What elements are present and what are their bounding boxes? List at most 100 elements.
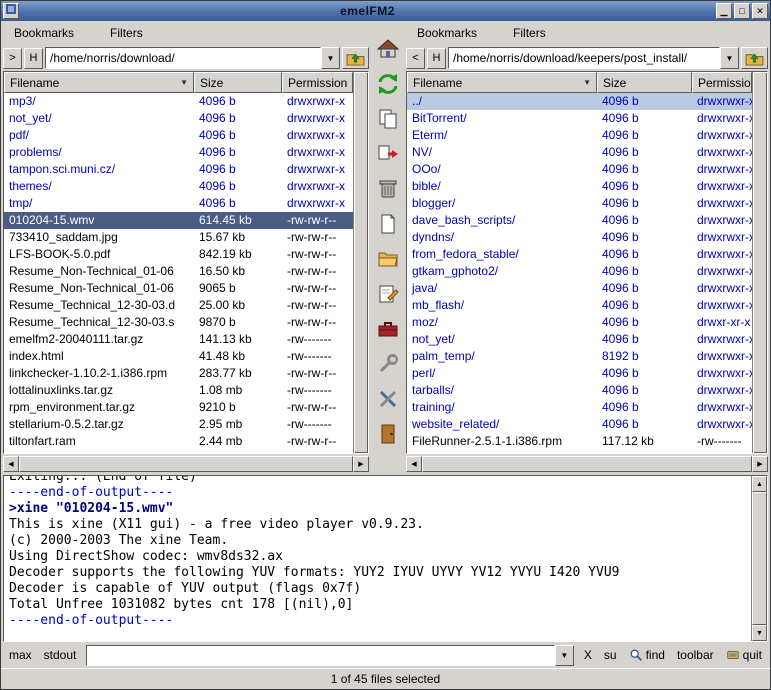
file-row[interactable]: OOo/4096 bdrwxrwxr-x <box>407 161 752 178</box>
file-row[interactable]: training/4096 bdrwxrwxr-x <box>407 399 752 416</box>
file-row[interactable]: lottalinuxlinks.tar.gz1.08 mb-rw------- <box>4 382 353 399</box>
file-row[interactable]: Eterm/4096 bdrwxrwxr-x <box>407 127 752 144</box>
home-button[interactable] <box>374 37 401 63</box>
left-col-size[interactable]: Size <box>194 72 282 93</box>
right-menu-bookmarks[interactable]: Bookmarks <box>413 24 481 42</box>
right-col-permission[interactable]: Permission <box>692 72 752 93</box>
file-row[interactable]: dyndns/4096 bdrwxrwxr-x <box>407 229 752 246</box>
file-row[interactable]: ../4096 bdrwxrwxr-x <box>407 93 752 110</box>
right-menu-filters[interactable]: Filters <box>509 24 550 42</box>
exit-button[interactable] <box>374 422 401 448</box>
file-row[interactable]: BitTorrent/4096 bdrwxrwxr-x <box>407 110 752 127</box>
scroll-down-arrow-icon[interactable]: ▼ <box>752 625 767 641</box>
new-file-button[interactable] <box>374 212 401 238</box>
right-col-size[interactable]: Size <box>597 72 692 93</box>
file-row[interactable]: Resume_Non-Technical_01-0616.50 kb-rw-rw… <box>4 263 353 280</box>
file-row[interactable]: not_yet/4096 bdrwxrwxr-x <box>4 110 353 127</box>
right-gohome-button[interactable] <box>741 47 768 69</box>
left-menu-filters[interactable]: Filters <box>106 24 147 42</box>
scroll-thumb[interactable] <box>19 456 353 472</box>
file-row[interactable]: blogger/4096 bdrwxrwxr-x <box>407 195 752 212</box>
left-path-dropdown-button[interactable]: ▼ <box>321 47 340 69</box>
file-row[interactable]: bible/4096 bdrwxrwxr-x <box>407 178 752 195</box>
file-row[interactable]: tarballs/4096 bdrwxrwxr-x <box>407 382 752 399</box>
file-row[interactable]: stellarium-0.5.2.tar.gz2.95 mb-rw------- <box>4 416 353 433</box>
copy-button[interactable] <box>374 107 401 133</box>
file-row[interactable]: NV/4096 bdrwxrwxr-x <box>407 144 752 161</box>
toolbar-button[interactable]: toolbar <box>675 647 716 663</box>
file-row[interactable]: themes/4096 bdrwxrwxr-x <box>4 178 353 195</box>
minimize-button[interactable]: ▁ <box>716 3 732 19</box>
file-row[interactable]: index.html41.48 kb-rw------- <box>4 348 353 365</box>
file-row[interactable]: tampon.sci.muni.cz/4096 bdrwxrwxr-x <box>4 161 353 178</box>
file-row[interactable]: perl/4096 bdrwxrwxr-x <box>407 365 752 382</box>
file-row[interactable]: mp3/4096 bdrwxrwxr-x <box>4 93 353 110</box>
file-row[interactable]: moz/4096 bdrwxr-xr-x <box>407 314 752 331</box>
left-home-letter-button[interactable]: H <box>24 48 43 69</box>
scroll-thumb[interactable] <box>752 492 767 625</box>
open-folder-button[interactable] <box>374 247 401 273</box>
left-horizontal-scrollbar[interactable]: ◀ ▶ <box>3 456 369 472</box>
right-home-letter-button[interactable]: H <box>427 48 446 69</box>
su-button[interactable]: su <box>602 647 619 663</box>
x-kill-button[interactable]: X <box>582 647 594 663</box>
left-gohome-button[interactable] <box>342 47 369 69</box>
file-row[interactable]: 010204-15.wmv614.45 kb-rw-rw-r-- <box>4 212 353 229</box>
refresh-button[interactable] <box>374 72 401 98</box>
file-row[interactable]: linkchecker-1.10.2-1.i386.rpm283.77 kb-r… <box>4 365 353 382</box>
file-row[interactable]: tmp/4096 bdrwxrwxr-x <box>4 195 353 212</box>
command-dropdown-button[interactable]: ▼ <box>555 645 574 666</box>
file-row[interactable]: mb_flash/4096 bdrwxrwxr-x <box>407 297 752 314</box>
wrench-button[interactable] <box>374 352 401 378</box>
file-row[interactable]: Resume_Non-Technical_01-069065 b-rw-rw-r… <box>4 280 353 297</box>
left-path-input[interactable] <box>45 47 321 69</box>
titlebar[interactable]: emelFM2 ▁ □ ✕ <box>1 1 770 21</box>
scroll-right-arrow-icon[interactable]: ▶ <box>353 456 369 472</box>
file-row[interactable]: palm_temp/8192 bdrwxrwxr-x <box>407 348 752 365</box>
file-row[interactable]: java/4096 bdrwxrwxr-x <box>407 280 752 297</box>
trash-button[interactable] <box>374 177 401 203</box>
right-history-button[interactable]: < <box>406 48 425 69</box>
tools-button[interactable] <box>374 387 401 413</box>
file-row[interactable]: pdf/4096 bdrwxrwxr-x <box>4 127 353 144</box>
left-vertical-scrollbar[interactable] <box>353 72 368 453</box>
file-row[interactable]: 733410_saddam.jpg15.67 kb-rw-rw-r-- <box>4 229 353 246</box>
left-menu-bookmarks[interactable]: Bookmarks <box>10 24 78 42</box>
quit-button[interactable]: quit <box>724 647 764 663</box>
right-path-input[interactable] <box>448 47 720 69</box>
maximize-button[interactable]: □ <box>734 3 750 19</box>
file-row[interactable]: tiltonfart.ram2.44 mb-rw-rw-r-- <box>4 433 353 450</box>
command-input[interactable] <box>86 645 555 666</box>
file-row[interactable]: problems/4096 bdrwxrwxr-x <box>4 144 353 161</box>
file-row[interactable]: Resume_Technical_12-30-03.d25.00 kb-rw-r… <box>4 297 353 314</box>
left-history-button[interactable]: > <box>3 48 22 69</box>
file-row[interactable]: Resume_Technical_12-30-03.s9870 b-rw-rw-… <box>4 314 353 331</box>
file-row[interactable]: gtkam_gphoto2/4096 bdrwxrwxr-x <box>407 263 752 280</box>
file-row[interactable]: from_fedora_stable/4096 bdrwxrwxr-x <box>407 246 752 263</box>
file-row[interactable]: not_yet/4096 bdrwxrwxr-x <box>407 331 752 348</box>
right-vertical-scrollbar[interactable] <box>752 72 767 453</box>
file-row[interactable]: LFS-BOOK-5.0.pdf842.19 kb-rw-rw-r-- <box>4 246 353 263</box>
output-vertical-scrollbar[interactable]: ▲ ▼ <box>751 476 767 641</box>
scroll-up-arrow-icon[interactable]: ▲ <box>752 476 767 492</box>
file-row[interactable]: rpm_environment.tar.gz9210 b-rw-rw-r-- <box>4 399 353 416</box>
toolbox-button[interactable] <box>374 317 401 343</box>
scroll-thumb[interactable] <box>422 456 752 472</box>
find-button[interactable]: find <box>627 647 667 663</box>
scroll-right-arrow-icon[interactable]: ▶ <box>752 456 768 472</box>
file-row[interactable]: website_related/4096 bdrwxrwxr-x <box>407 416 752 433</box>
stdout-button[interactable]: stdout <box>42 647 79 663</box>
file-row[interactable]: FileRunner-2.5.1-1.i386.rpm117.12 kb-rw-… <box>407 433 752 450</box>
window-menu-button[interactable] <box>3 3 19 19</box>
right-col-filename[interactable]: Filename ▼ <box>407 72 597 93</box>
max-button[interactable]: max <box>7 647 34 663</box>
scroll-left-arrow-icon[interactable]: ◀ <box>406 456 422 472</box>
left-col-filename[interactable]: Filename ▼ <box>4 72 194 93</box>
left-col-permission[interactable]: Permission <box>282 72 353 93</box>
right-horizontal-scrollbar[interactable]: ◀ ▶ <box>406 456 768 472</box>
scroll-left-arrow-icon[interactable]: ◀ <box>3 456 19 472</box>
file-row[interactable]: dave_bash_scripts/4096 bdrwxrwxr-x <box>407 212 752 229</box>
file-row[interactable]: emelfm2-20040111.tar.gz141.13 kb-rw-----… <box>4 331 353 348</box>
right-path-dropdown-button[interactable]: ▼ <box>720 47 739 69</box>
close-button[interactable]: ✕ <box>752 3 768 19</box>
